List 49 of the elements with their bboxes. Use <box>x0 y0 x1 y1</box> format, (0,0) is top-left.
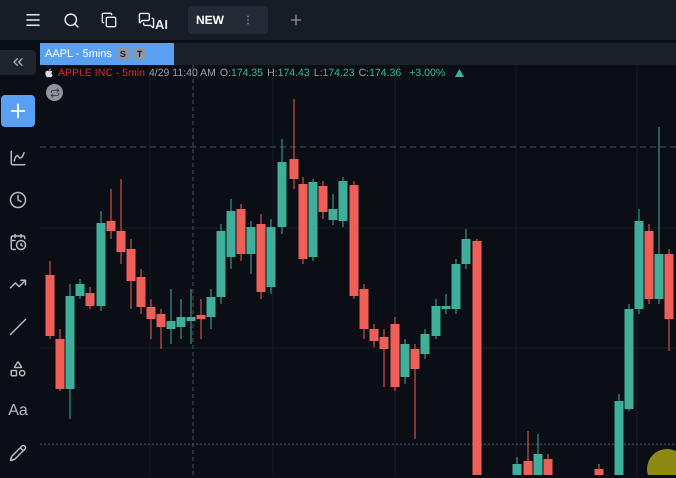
add-tab-button[interactable] <box>288 12 304 28</box>
cursor-highlight <box>647 449 676 475</box>
chart-line-icon <box>9 148 27 167</box>
ai-chat-button[interactable]: AI <box>128 6 168 34</box>
chart-tab[interactable]: AAPL - 5mins S T <box>40 43 174 65</box>
plus-icon <box>288 12 304 28</box>
slash-icon <box>9 318 27 336</box>
ohlc-value: 174.36 <box>369 67 402 79</box>
candlestick <box>226 198 236 270</box>
repeat-icon <box>50 88 60 98</box>
pencil-icon <box>9 444 27 462</box>
candlestick <box>512 456 522 475</box>
candlestick <box>594 464 604 475</box>
copy-icon <box>101 12 117 28</box>
candlestick <box>524 430 532 475</box>
candlestick <box>146 298 156 340</box>
chart-tab-badge: S <box>116 48 129 60</box>
search-icon <box>62 12 80 28</box>
chat-bubbles-icon <box>138 12 155 28</box>
candlestick <box>86 286 94 310</box>
ohlc-value: 174.35 <box>230 67 264 79</box>
apple-logo-icon <box>44 68 54 78</box>
collapse-button[interactable] <box>0 50 36 75</box>
layout-tab[interactable]: NEW <box>188 6 268 34</box>
change-percent: +3.00% <box>409 67 446 79</box>
datetime-label: 4/29 11:40 AM <box>148 67 216 79</box>
candlestick <box>236 204 246 262</box>
text-tool-button[interactable]: Aa <box>1 394 35 428</box>
candlestick <box>166 288 176 344</box>
candlestick <box>196 298 206 340</box>
candlestick <box>156 308 166 350</box>
calendar-icon <box>9 233 27 252</box>
candlestick <box>176 298 186 340</box>
clock-icon <box>9 191 27 210</box>
candlestick <box>186 288 196 344</box>
ohlc-label: L: <box>314 67 322 79</box>
ohlc-label: H: <box>267 67 278 79</box>
ohlc-label: O: <box>220 67 231 79</box>
add-tool-button[interactable] <box>1 94 35 127</box>
symbol-label: APPLE INC - 5min <box>58 67 145 79</box>
ohlc-value: 174.23 <box>322 67 355 79</box>
chart-tab-badge: T <box>134 48 146 60</box>
candlestick <box>462 228 470 270</box>
triangle-up-icon <box>455 69 464 77</box>
ohlc-value: 174.43 <box>278 67 310 79</box>
menu-icon <box>24 11 42 29</box>
ohlc-label: C: <box>358 67 370 79</box>
sync-button[interactable] <box>46 84 63 101</box>
shapes-icon <box>9 360 27 378</box>
